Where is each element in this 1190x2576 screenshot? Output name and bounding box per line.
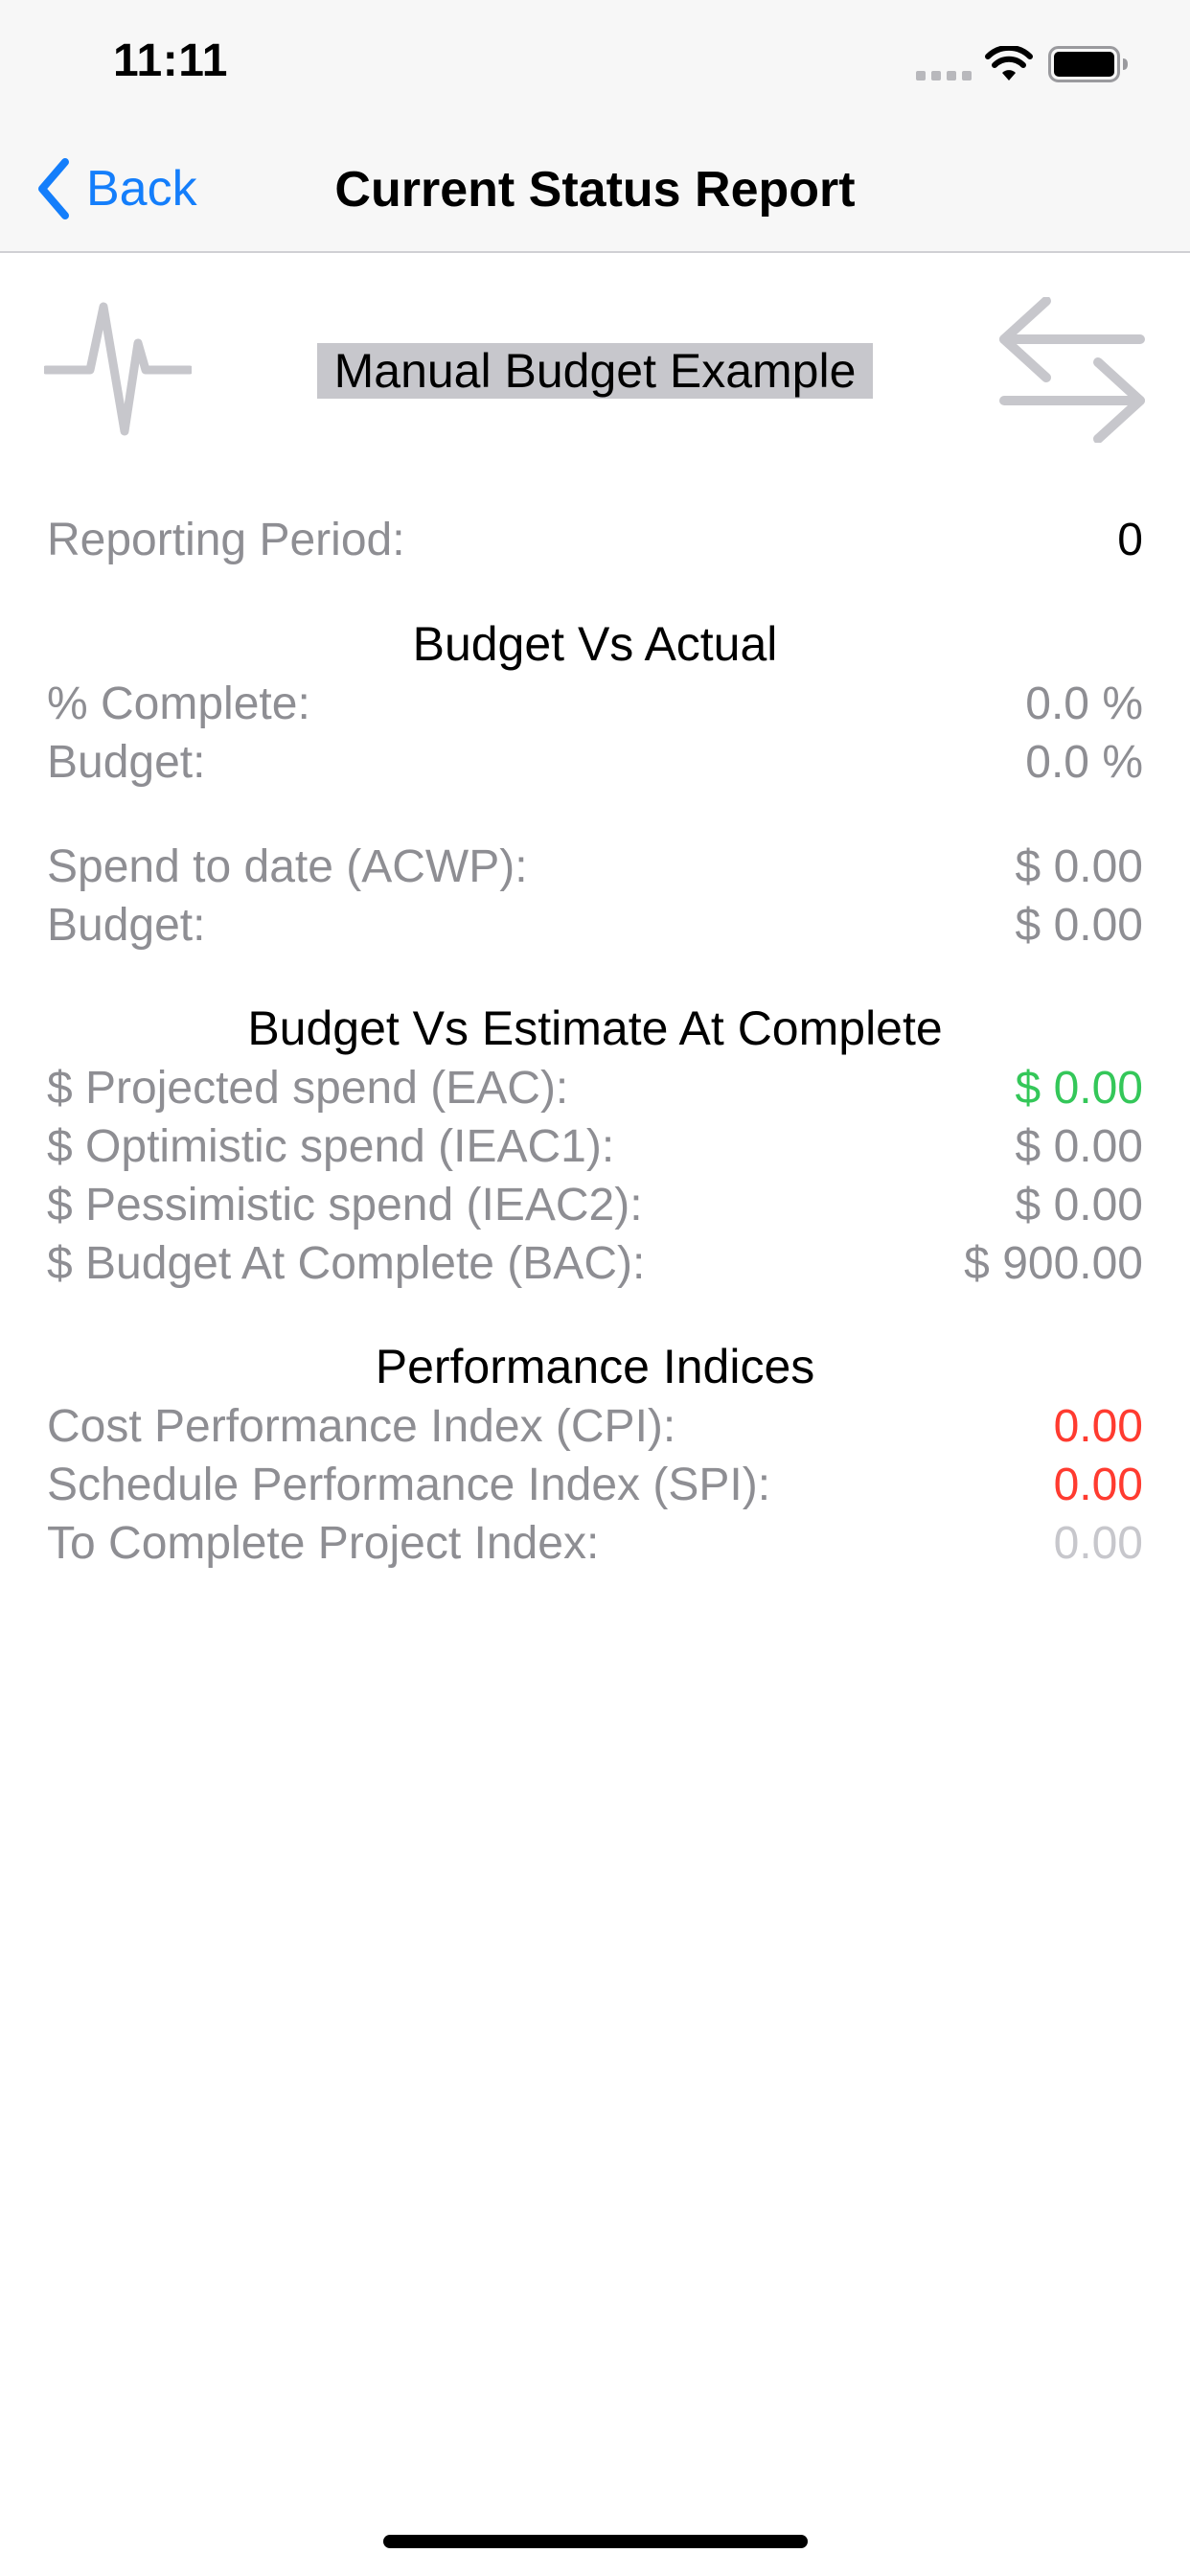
row-value: $ 900.00 <box>964 1238 1143 1289</box>
row-label: Budget: <box>47 900 206 951</box>
budget-vs-actual-title: Budget Vs Actual <box>412 617 778 671</box>
page-title: Current Status Report <box>334 162 856 218</box>
row-label: $ Budget At Complete (BAC): <box>47 1238 646 1289</box>
tcpi-row: To Complete Project Index: 0.00 <box>47 1516 1143 1572</box>
row-value: 0.00 <box>1053 1460 1143 1510</box>
performance-indices-title: Performance Indices <box>375 1340 815 1393</box>
optimistic-spend-row: $ Optimistic spend (IEAC1): $ 0.00 <box>47 1119 1143 1175</box>
wifi-icon <box>985 46 1033 80</box>
cellular-signal-icon <box>916 71 972 80</box>
row-label: Budget: <box>47 737 206 788</box>
row-value: 0.00 <box>1053 1401 1143 1452</box>
reporting-period-value: 0 <box>1117 515 1143 565</box>
swap-arrows-icon[interactable] <box>996 297 1148 443</box>
navigation-bar: Back Current Status Report <box>0 126 1190 253</box>
row-value: 0.0 % <box>1025 678 1143 729</box>
budget-amount-row: Budget: $ 0.00 <box>47 898 1143 954</box>
row-value: 0.0 % <box>1025 737 1143 788</box>
row-value: $ 0.00 <box>1015 1180 1143 1230</box>
row-label: $ Optimistic spend (IEAC1): <box>47 1121 615 1172</box>
status-time: 11:11 <box>113 35 228 86</box>
project-name[interactable]: Manual Budget Example <box>317 343 873 399</box>
row-label: To Complete Project Index: <box>47 1518 600 1569</box>
row-value: $ 0.00 <box>1015 1063 1143 1114</box>
row-label: $ Pessimistic spend (IEAC2): <box>47 1180 643 1230</box>
pulse-icon[interactable] <box>44 297 192 441</box>
budget-vs-eac-title: Budget Vs Estimate At Complete <box>247 1001 943 1055</box>
row-value: $ 0.00 <box>1015 900 1143 951</box>
spend-to-date-row: Spend to date (ACWP): $ 0.00 <box>47 840 1143 895</box>
budget-percent-row: Budget: 0.0 % <box>47 735 1143 791</box>
row-label: Cost Performance Index (CPI): <box>47 1401 676 1452</box>
budget-at-complete-row: $ Budget At Complete (BAC): $ 900.00 <box>47 1236 1143 1292</box>
row-label: Schedule Performance Index (SPI): <box>47 1460 771 1510</box>
row-label: Spend to date (ACWP): <box>47 841 528 892</box>
projected-spend-row: $ Projected spend (EAC): $ 0.00 <box>47 1061 1143 1116</box>
home-indicator[interactable] <box>383 2535 808 2548</box>
row-value: 0.00 <box>1053 1518 1143 1569</box>
row-label: % Complete: <box>47 678 310 729</box>
spi-row: Schedule Performance Index (SPI): 0.00 <box>47 1458 1143 1513</box>
battery-icon <box>1048 46 1128 82</box>
status-bar: 11:11 <box>0 0 1190 126</box>
row-label: $ Projected spend (EAC): <box>47 1063 569 1114</box>
percent-complete-row: % Complete: 0.0 % <box>47 677 1143 732</box>
row-value: $ 0.00 <box>1015 841 1143 892</box>
pessimistic-spend-row: $ Pessimistic spend (IEAC2): $ 0.00 <box>47 1178 1143 1233</box>
reporting-period-row: Reporting Period: 0 <box>47 513 1143 568</box>
reporting-period-label: Reporting Period: <box>47 515 405 565</box>
row-value: $ 0.00 <box>1015 1121 1143 1172</box>
cpi-row: Cost Performance Index (CPI): 0.00 <box>47 1399 1143 1455</box>
